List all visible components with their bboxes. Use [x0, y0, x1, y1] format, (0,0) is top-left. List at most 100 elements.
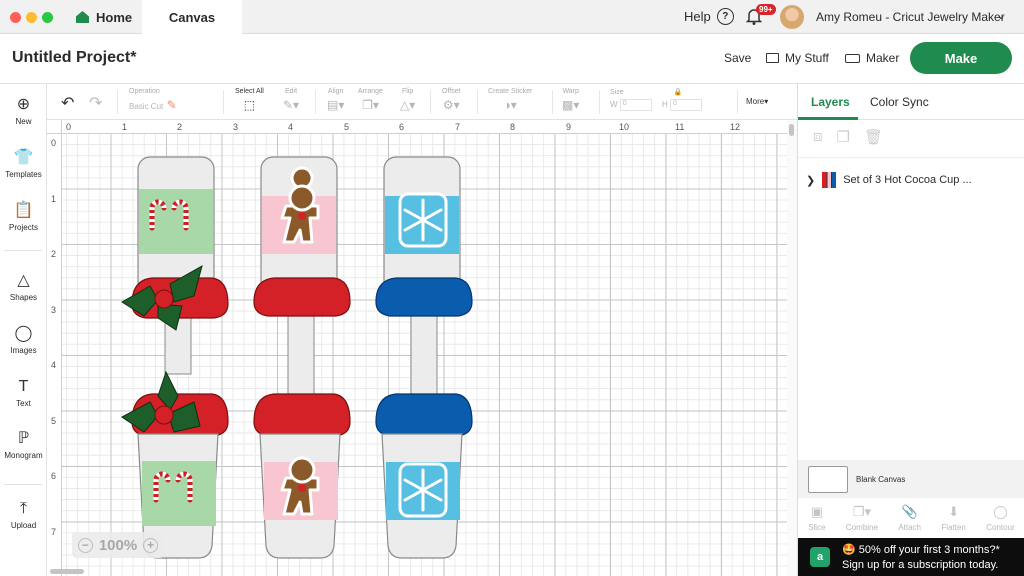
zoom-in-button[interactable]: + [143, 537, 159, 553]
cocoa-cup-candy-cane[interactable] [121, 156, 229, 559]
combine-icon: ❐▾ [852, 504, 872, 519]
flip-tool[interactable]: Flip △▾ [400, 88, 415, 112]
canvas-swatch[interactable] [808, 465, 848, 493]
upload-icon: ⤒ [19, 500, 28, 517]
zoom-level: 100% [98, 536, 138, 554]
slice-button[interactable]: ▣ Slice [808, 504, 825, 532]
operation-label: Operation [129, 88, 160, 95]
width-field[interactable]: 0 [619, 99, 652, 111]
combine-button[interactable]: ❐▾ Combine [846, 504, 878, 532]
contour-button[interactable]: ◯ Contour [986, 504, 1014, 532]
align-tool[interactable]: Align ▤▾ [327, 88, 344, 112]
nav-images[interactable]: ◯ Images [0, 325, 47, 355]
bulb-icon: ◯ [14, 325, 33, 342]
design-canvas[interactable] [62, 134, 787, 576]
tab-layers[interactable]: Layers [811, 95, 850, 109]
slice-label: Slice [808, 523, 826, 532]
design-artwork[interactable] [62, 134, 787, 576]
title-bar: Home Canvas Help ? 99+ Amy Romeu - Cricu… [0, 0, 1024, 34]
cocoa-cup-snowflake[interactable] [375, 156, 473, 559]
layer-name: Set of 3 Hot Cocoa Cup ... [843, 174, 972, 186]
layer-thumbnail-icon [822, 172, 837, 188]
offset-tool[interactable]: Offset ⚙▾ [442, 88, 461, 112]
undo-icon[interactable]: ↶ [61, 93, 74, 113]
tab-home[interactable]: Home [64, 0, 142, 34]
project-title[interactable]: Untitled Project* [12, 49, 136, 67]
zoom-window-button[interactable] [42, 12, 53, 23]
nav-shapes[interactable]: △ Shapes [0, 272, 47, 302]
combine-label: Combine [845, 523, 878, 532]
h-tick-label: 9 [566, 122, 572, 132]
select-all-button[interactable]: Select All ⬚ [235, 88, 264, 112]
machine-button[interactable]: Maker [845, 51, 899, 65]
chevron-right-icon[interactable]: ❯ [806, 174, 815, 187]
tab-canvas-label: Canvas [168, 9, 216, 25]
select-all-icon: ⬚ [243, 98, 256, 112]
lock-icon[interactable]: 🔒 [674, 89, 683, 96]
nav-projects[interactable]: 📋 Projects [0, 202, 47, 232]
flatten-button[interactable]: ⬇ Flatten [941, 504, 965, 532]
zoom-out-button[interactable]: − [77, 537, 93, 553]
shirt-icon: 👕 [13, 149, 34, 166]
nav-upload[interactable]: ⤒ Upload [0, 500, 47, 530]
tab-color-sync[interactable]: Color Sync [870, 95, 929, 109]
nav-templates[interactable]: 👕 Templates [0, 149, 47, 179]
h-tick-label: 7 [455, 122, 461, 132]
more-button[interactable]: More▾ [746, 97, 768, 106]
attach-button[interactable]: 📎 Attach [898, 504, 921, 532]
nav-text[interactable]: T Text [0, 378, 47, 408]
operation-select[interactable]: Basic Cut [129, 102, 163, 111]
edit-label: Edit [285, 88, 298, 95]
make-button[interactable]: Make [910, 42, 1012, 74]
snowflake-top [398, 192, 448, 248]
layer-item[interactable]: ❯ Set of 3 Hot Cocoa Cup ... [806, 172, 1018, 188]
shapes-icon: △ [17, 272, 30, 289]
toolbar-divider [552, 90, 553, 114]
size-tool: Size 🔒 W 0 H 0 [610, 88, 703, 111]
my-stuff-button[interactable]: My Stuff [766, 51, 829, 65]
duplicate-icon[interactable]: ❐ [837, 128, 850, 149]
subscription-promo[interactable]: a 🤩 50% off your first 3 months?* Sign u… [798, 538, 1024, 576]
align-label: Align [327, 88, 344, 95]
create-sticker-tool[interactable]: Create Sticker ◑▾ [488, 88, 532, 112]
nav-new[interactable]: ⊕ New [0, 96, 47, 126]
toolbar-divider [599, 90, 600, 114]
sticker-icon: ◑▾ [503, 98, 517, 112]
avatar[interactable] [780, 5, 804, 29]
help-button[interactable]: Help ? [684, 8, 734, 25]
save-button[interactable]: Save [724, 51, 751, 65]
minimize-window-button[interactable] [26, 12, 37, 23]
scroll-thumb[interactable] [789, 124, 794, 136]
h-tick-label: 5 [344, 122, 350, 132]
v-tick-label: 4 [51, 360, 57, 370]
height-field[interactable]: 0 [670, 99, 703, 111]
promo-line1: 🤩 50% off your first 3 months?* [842, 544, 1000, 556]
redo-icon[interactable]: ↷ [89, 93, 102, 113]
operation-tool[interactable]: Operation Basic Cut ✎ [129, 88, 177, 112]
warp-icon: ▩▾ [562, 98, 580, 112]
h-tick-label: 11 [675, 122, 685, 132]
user-name[interactable]: Amy Romeu - Cricut Jewelry Maker [816, 10, 1005, 24]
nav-projects-label: Projects [9, 223, 38, 232]
arrange-tool[interactable]: Arrange ❐▾ [358, 88, 383, 112]
nav-images-label: Images [10, 346, 37, 355]
size-header: Size 🔒 [610, 88, 682, 96]
group-icon[interactable]: ⧈ [813, 128, 823, 149]
warp-tool[interactable]: Warp ▩▾ [562, 88, 579, 112]
nav-monogram[interactable]: ℙ Monogram [0, 430, 47, 460]
cocoa-cup-gingerbread[interactable] [253, 156, 351, 559]
layers-panel: Layers Color Sync ⧈ ❐ 🗑 ❯ Set of 3 Hot C… [797, 84, 1024, 576]
close-window-button[interactable] [10, 12, 21, 23]
attach-label: Attach [898, 523, 922, 532]
edit-tool[interactable]: Edit ✎▾ [283, 88, 299, 112]
chevron-down-icon[interactable]: ⌄ [996, 8, 1006, 22]
vertical-scrollbar[interactable] [787, 120, 797, 576]
layer-actions: ⧈ ❐ 🗑 [798, 120, 1024, 158]
arrange-label: Arrange [358, 88, 383, 95]
trash-icon[interactable]: 🗑 [864, 128, 883, 149]
nav-monogram-label: Monogram [4, 451, 43, 460]
nav-new-label: New [15, 117, 32, 126]
horizontal-scrollbar[interactable] [50, 569, 84, 574]
tab-canvas[interactable]: Canvas [142, 0, 242, 34]
blank-canvas-row[interactable]: Blank Canvas [798, 460, 1024, 498]
